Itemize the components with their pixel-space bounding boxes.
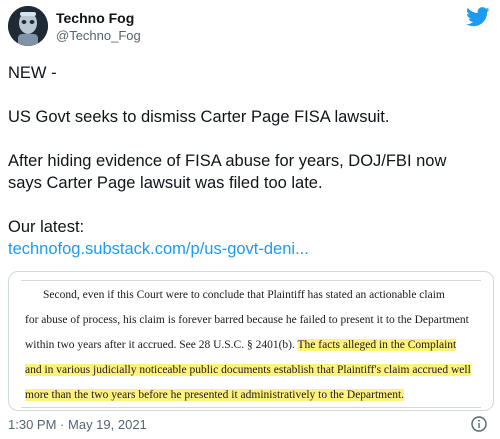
highlighted-text: The facts alleged in the Complaint bbox=[297, 339, 457, 351]
avatar[interactable] bbox=[8, 6, 48, 46]
info-icon[interactable] bbox=[471, 416, 487, 432]
article-link[interactable]: technofog.substack.com/p/us-govt-deni... bbox=[8, 238, 488, 260]
tweet-line: NEW - bbox=[8, 64, 57, 82]
document-line: within two years after it accrued. See 2… bbox=[25, 337, 457, 353]
highlighted-text: more than the two years before he presen… bbox=[25, 389, 405, 401]
document-excerpt: Second, even if this Court were to concl… bbox=[21, 280, 481, 408]
document-line: Second, even if this Court were to concl… bbox=[43, 289, 445, 301]
highlighted-text: and in various judicially noticeable pub… bbox=[25, 364, 471, 376]
twitter-bird-icon[interactable] bbox=[466, 7, 490, 27]
tweet-timestamp[interactable]: 1:30 PM · May 19, 2021 bbox=[8, 417, 147, 432]
document-line: and in various judicially noticeable pub… bbox=[25, 362, 471, 378]
tweet-line: says Carter Page lawsuit was filed too l… bbox=[8, 174, 323, 192]
tweet-line: After hiding evidence of FISA abuse for … bbox=[8, 152, 447, 170]
tweet-line: Our latest: bbox=[8, 218, 85, 236]
document-image-card[interactable]: Second, even if this Court were to concl… bbox=[8, 271, 494, 411]
tweet-text: NEW - US Govt seeks to dismiss Carter Pa… bbox=[8, 62, 488, 260]
timestamp-separator: · bbox=[60, 417, 65, 432]
tweet-time: 1:30 PM bbox=[8, 417, 57, 432]
avatar-image bbox=[8, 6, 48, 46]
document-line: more than the two years before he presen… bbox=[25, 387, 405, 403]
document-line: for abuse of process, his claim is forev… bbox=[25, 314, 469, 326]
author-handle[interactable]: @Techno_Fog bbox=[56, 28, 141, 43]
document-text: within two years after it accrued. See 2… bbox=[25, 339, 298, 351]
tweet-line: US Govt seeks to dismiss Carter Page FIS… bbox=[8, 108, 390, 126]
author-name[interactable]: Techno Fog bbox=[56, 10, 134, 26]
tweet-date: May 19, 2021 bbox=[68, 417, 147, 432]
